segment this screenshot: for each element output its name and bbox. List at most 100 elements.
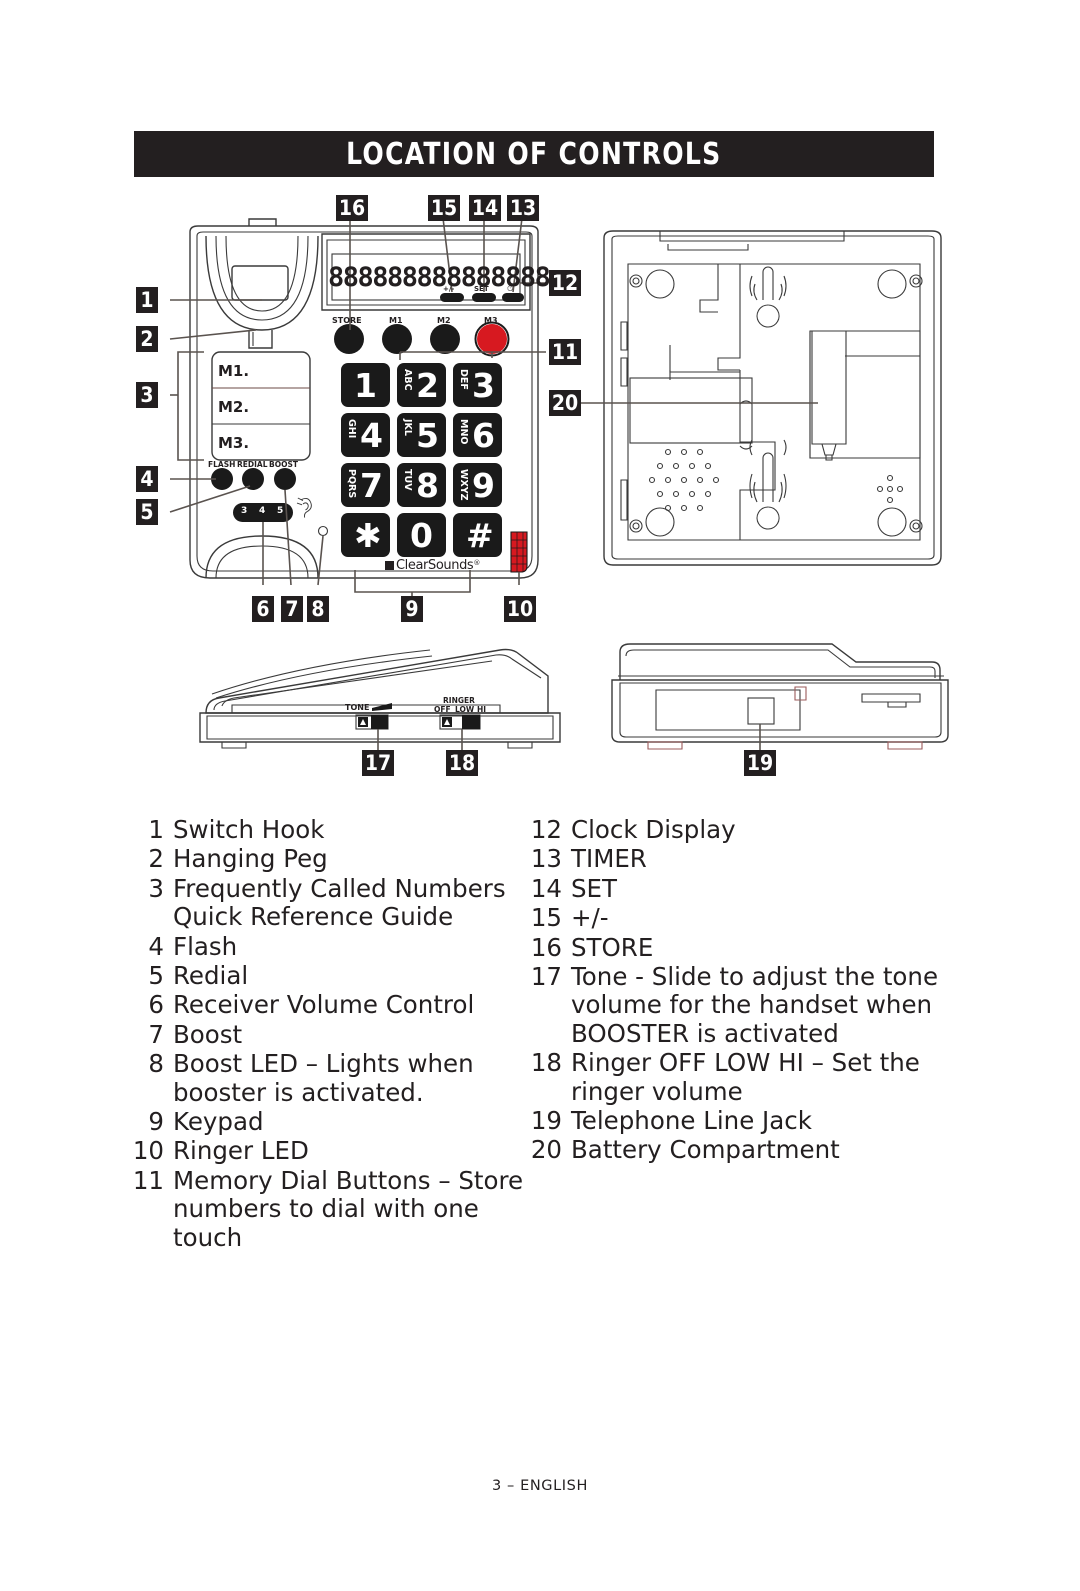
wall-mount-keyhole-bottom [749,439,787,530]
lcd-segment-display: 888888888888888 [328,262,551,293]
legend-item-2: 2 Hanging Peg [130,844,530,874]
volume-tick-4[interactable]: 4 [259,507,265,516]
callout-15: 15 [428,195,460,221]
keypad-key-star[interactable]: ✱ [354,519,382,552]
legend: 1 Switch Hook 2 Hanging Peg 3 Frequently Call… [0,815,1080,1316]
ringer-led [510,531,528,573]
legend-item-number: 13 [530,844,562,874]
legend-item-label: SET [571,873,617,903]
redial-button-label[interactable]: REDIAL [237,461,268,469]
legend-item-label: Boost LED – Lights when booster is activ… [173,1049,474,1107]
callout-20: 20 [549,390,581,416]
callout-5: 5 [136,499,158,525]
keypad-key-0[interactable]: 0 [410,519,433,552]
callout-14: 14 [469,195,501,221]
wall-mount-keyhole-top [749,266,787,328]
keypad-letters-6: MNO [458,419,469,445]
flash-button-label[interactable]: FLASH [208,461,235,469]
legend-item-18: 18 Ringer OFF LOW HI – Set the ringer vol… [528,1048,948,1106]
legend-item-label: +/- [571,903,609,933]
legend-item-label: Ringer OFF LOW HI – Set the ringer volum… [571,1048,920,1106]
keypad-key-4[interactable]: 4 [360,419,383,452]
keypad-key-7[interactable]: 7 [360,469,383,502]
legend-item-number: 5 [148,961,164,991]
keypad-key-9[interactable]: 9 [472,469,495,502]
callout-10: 10 [504,596,536,622]
callout-9: 9 [401,596,423,622]
legend-item-number: 8 [148,1049,164,1079]
keypad-letters-2: ABC [402,369,413,391]
legend-item-8: 8 Boost LED – Lights when booster is acti… [130,1049,530,1107]
legend-item-label: Tone - Slide to adjust the tone volume f… [571,962,939,1048]
legend-left-column: 1 Switch Hook 2 Hanging Peg 3 Frequently Call… [130,815,530,1253]
legend-item-label: Memory Dial Buttons – Store numbers to d… [173,1165,524,1252]
legend-item-6: 6 Receiver Volume Control [130,991,530,1020]
legend-item-label: Frequently Called Numbers Quick Referenc… [173,873,506,932]
legend-item-number: 12 [530,815,562,844]
page-footer: 3 – ENGLISH [491,1478,588,1494]
legend-item-number: 1 [148,815,164,844]
legend-item-label: Hanging Peg [173,844,328,874]
callout-8: 8 [307,596,329,622]
callout-19: 19 [744,750,776,776]
m2-button-label[interactable]: M2 [437,317,451,325]
plus-minus-button-label[interactable]: +/- [443,286,454,293]
legend-item-number: 11 [132,1165,164,1195]
callout-1: 1 [136,287,158,313]
callout-7: 7 [281,596,303,622]
store-button-label[interactable]: STORE [332,317,362,325]
callout-2: 2 [136,326,158,352]
lcd-control-buttons [440,293,524,302]
legend-item-15: 15 +/- [528,903,948,933]
ringer-switch-label: RINGER [443,696,475,705]
callout-3: 3 [136,382,158,408]
battery-compartment [809,330,921,461]
brand-mark-icon [385,561,394,570]
legend-item-14: 14 SET [528,873,948,903]
callout-12: 12 [549,270,581,296]
timer-button-label[interactable]: ⏱ [507,285,513,293]
set-button-label[interactable]: SET [474,286,489,293]
legend-item-label: Switch Hook [173,815,325,844]
legend-item-1: 1 Switch Hook [130,815,530,844]
function-buttons-row [211,468,296,490]
callout-17: 17 [362,750,394,776]
legend-item-number: 10 [132,1136,164,1166]
legend-item-number: 19 [530,1106,562,1136]
legend-item-number: 9 [148,1107,164,1137]
m3-button-label[interactable]: M3 [484,317,498,325]
m1-button-label[interactable]: M1 [389,317,403,325]
ear-icon [296,497,312,518]
legend-item-10: 10 Ringer LED [130,1136,530,1166]
volume-tick-3[interactable]: 3 [241,507,247,516]
tone-switch-label: TONE [345,703,370,712]
keypad-key-6[interactable]: 6 [472,419,495,452]
legend-item-17: 17 Tone - Slide to adjust the tone volume… [528,962,948,1048]
legend-item-number: 16 [530,932,562,962]
legend-item-number: 20 [530,1135,562,1165]
legend-item-number: 18 [530,1048,562,1078]
quick-ref-m1-label: M1. [218,362,250,380]
boost-button-label[interactable]: BOOST [269,461,298,469]
keypad-key-8[interactable]: 8 [416,469,439,502]
legend-item-7: 7 Boost [130,1020,530,1049]
keypad-key-3[interactable]: 3 [472,369,495,402]
legend-item-number: 15 [530,903,562,933]
callout-16: 16 [336,195,368,221]
legend-item-12: 12 Clock Display [528,815,948,844]
legend-item-19: 19 Telephone Line Jack [528,1106,948,1136]
quick-ref-m2-label: M2. [218,398,250,416]
volume-tick-5[interactable]: 5 [277,507,283,516]
keypad-letters-5: JKL [402,419,413,436]
keypad-key-hash[interactable]: # [466,519,494,552]
keypad-key-2[interactable]: 2 [416,369,439,402]
keypad-key-5[interactable]: 5 [416,419,439,452]
vent-holes [876,474,904,504]
legend-item-label: TIMER [571,844,647,874]
controls-diagram: .ol { fill:none; stroke:#3a3a3a; stroke-… [0,0,1080,800]
legend-item-number: 4 [148,931,164,961]
ringer-slider-switch [439,714,481,730]
legend-item-label: Clock Display [571,815,736,844]
line-jack [747,697,775,725]
keypad-key-1[interactable]: 1 [354,369,377,402]
